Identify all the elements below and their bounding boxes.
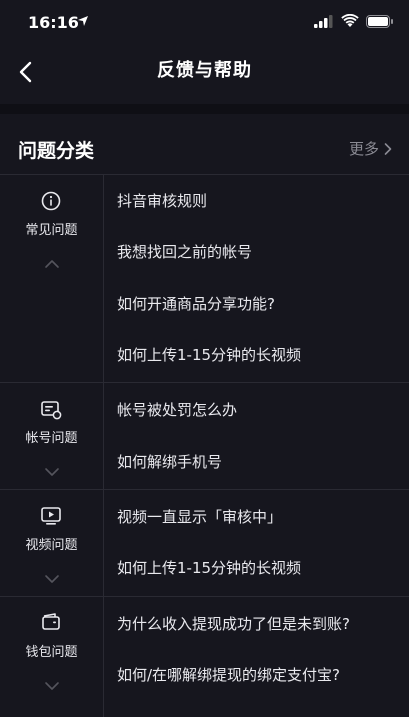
section-divider [0,104,409,114]
location-arrow-icon [78,16,88,26]
category-wallet: 钱包问题 为什么收入提现成功了但是未到账? 如何/在哪解绑提现的绑定支付宝? [0,597,409,717]
question-item[interactable]: 如何上传1-15分钟的长视频 [117,557,301,578]
more-link[interactable]: 更多 [349,138,393,159]
category-account: 帐号问题 帐号被处罚怎么办 如何解绑手机号 [0,383,409,490]
question-item[interactable]: 抖音审核规则 [117,190,207,211]
battery-icon [366,15,393,28]
navigation-bar: 反馈与帮助 [0,44,409,104]
category-video: 视频问题 视频一直显示「审核中」 如何上传1-15分钟的长视频 [0,490,409,597]
question-item[interactable]: 如何解绑手机号 [117,451,222,472]
chevron-right-icon [384,142,392,155]
question-item[interactable]: 视频一直显示「审核中」 [117,506,282,527]
question-item[interactable]: 如何上传1-15分钟的长视频 [117,344,301,365]
section-title: 问题分类 [18,140,95,162]
question-item[interactable]: 如何/在哪解绑提现的绑定支付宝? [117,664,340,685]
question-item[interactable]: 为什么收入提现成功了但是未到账? [117,613,350,634]
more-label: 更多 [348,140,379,158]
category-tab-account[interactable]: 帐号问题 [0,383,104,489]
chevron-down-icon [45,682,59,690]
question-item[interactable]: 帐号被处罚怎么办 [117,399,237,420]
question-item[interactable]: 如何开通商品分享功能? [117,293,275,314]
status-bar: 16:16 [0,0,409,44]
video-play-icon [41,507,61,525]
category-tab-common[interactable]: 常见问题 [0,175,104,382]
wifi-icon [341,14,359,27]
info-icon [41,191,61,211]
chevron-up-icon [45,260,59,268]
chevron-down-icon [45,468,59,476]
category-label: 帐号问题 [25,431,78,446]
question-item[interactable]: 我想找回之前的帐号 [117,241,252,262]
section-header: 问题分类 更多 [0,114,409,175]
category-label: 视频问题 [25,538,78,553]
category-label: 常见问题 [25,223,78,238]
status-time: 16:16 [28,13,79,32]
chevron-down-icon [45,575,59,583]
page-title: 反馈与帮助 [157,60,252,81]
category-tab-video[interactable]: 视频问题 [0,490,104,596]
account-card-icon [41,401,62,420]
category-common: 常见问题 抖音审核规则 我想找回之前的帐号 如何开通商品分享功能? 如何上传1-… [0,175,409,383]
wallet-icon [42,613,60,630]
cellular-signal-icon [314,15,333,28]
category-label: 钱包问题 [25,645,78,660]
category-tab-wallet[interactable]: 钱包问题 [0,597,104,717]
